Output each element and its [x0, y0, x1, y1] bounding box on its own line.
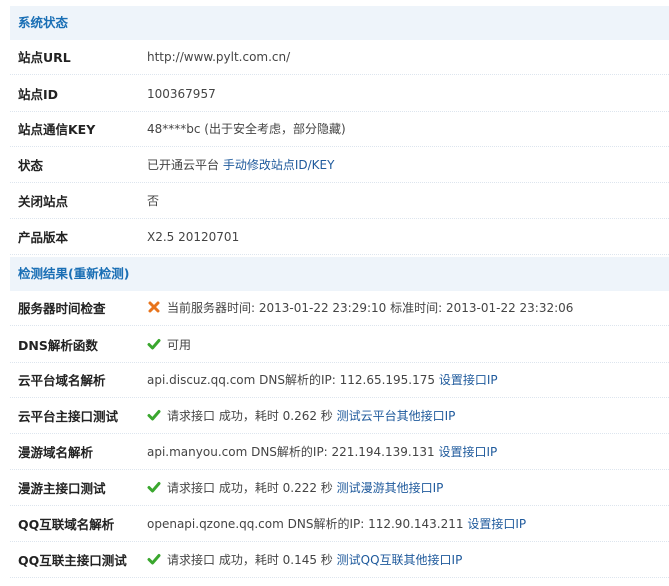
row-value: openapi.qzone.qq.com DNS解析的IP: 112.90.14…	[147, 507, 526, 542]
row-label: 漫游主接口测试	[18, 481, 106, 496]
row-value: 已开通云平台 手动修改站点ID/KEY	[147, 148, 334, 183]
row-value: 可用	[147, 328, 191, 363]
test-manyou-other-ip-link[interactable]: 测试漫游其他接口IP	[337, 481, 444, 495]
row-value: 请求接口 成功，耗时 0.145 秒 测试QQ互联其他接口IP	[147, 543, 462, 578]
row-close-site: 关闭站点 否	[10, 184, 669, 219]
row-status: 状态 已开通云平台 手动修改站点ID/KEY	[10, 148, 669, 183]
row-label: QQ互联主接口测试	[18, 553, 127, 568]
row-label: 漫游域名解析	[18, 445, 94, 460]
row-label: DNS解析函数	[18, 338, 98, 353]
status-text: 已开通云平台	[147, 158, 220, 172]
cloud-status-panel: 系统状态 站点URL http://www.pylt.com.cn/ 站点ID …	[0, 0, 669, 586]
check-detail: api.discuz.qq.com DNS解析的IP: 112.65.195.1…	[147, 373, 436, 387]
row-server-time-check: 服务器时间检查 当前服务器时间: 2013-01-22 23:29:10 标准时…	[10, 291, 669, 326]
row-qq-main-api-test: QQ互联主接口测试 请求接口 成功，耗时 0.145 秒 测试QQ互联其他接口I…	[10, 543, 669, 578]
row-manyou-domain-resolve: 漫游域名解析 api.manyou.com DNS解析的IP: 221.194.…	[10, 435, 669, 470]
row-label: 云平台域名解析	[18, 373, 106, 388]
row-value: 100367957	[147, 87, 216, 101]
row-cloud-domain-resolve: 云平台域名解析 api.discuz.qq.com DNS解析的IP: 112.…	[10, 363, 669, 398]
row-value: 当前服务器时间: 2013-01-22 23:29:10 标准时间: 2013-…	[147, 291, 573, 326]
check-detail: 可用	[167, 338, 192, 352]
row-site-id: 站点ID 100367957	[10, 77, 669, 112]
set-interface-ip-link[interactable]: 设置接口IP	[438, 445, 497, 459]
check-icon	[147, 410, 161, 421]
row-label: 关闭站点	[18, 194, 69, 209]
check-detail: 当前服务器时间: 2013-01-22 23:29:10 标准时间: 2013-…	[167, 301, 574, 315]
row-label: 站点ID	[18, 87, 59, 102]
set-interface-ip-link[interactable]: 设置接口IP	[467, 517, 526, 531]
row-value: 请求接口 成功，耗时 0.222 秒 测试漫游其他接口IP	[147, 471, 443, 506]
test-qq-other-ip-link[interactable]: 测试QQ互联其他接口IP	[337, 553, 463, 567]
row-value: 请求接口 成功，耗时 0.262 秒 测试云平台其他接口IP	[147, 399, 455, 434]
row-cloud-main-api-test: 云平台主接口测试 请求接口 成功，耗时 0.262 秒 测试云平台其他接口IP	[10, 399, 669, 434]
row-label: 服务器时间检查	[18, 301, 106, 316]
check-icon	[147, 554, 161, 565]
check-detail: 请求接口 成功，耗时 0.222 秒	[167, 481, 333, 495]
row-value: api.manyou.com DNS解析的IP: 221.194.139.131…	[147, 435, 497, 470]
row-site-url: 站点URL http://www.pylt.com.cn/	[10, 40, 669, 75]
row-value: api.discuz.qq.com DNS解析的IP: 112.65.195.1…	[147, 363, 498, 398]
check-detail: 请求接口 成功，耗时 0.262 秒	[167, 409, 333, 423]
row-label: 站点通信KEY	[18, 122, 96, 137]
row-product-version: 产品版本 X2.5 20120701	[10, 220, 669, 255]
row-value: 48****bc (出于安全考虑，部分隐藏)	[147, 122, 346, 136]
row-site-key: 站点通信KEY 48****bc (出于安全考虑，部分隐藏)	[10, 112, 669, 147]
cross-icon	[148, 301, 160, 313]
row-qq-domain-resolve: QQ互联域名解析 openapi.qzone.qq.com DNS解析的IP: …	[10, 507, 669, 542]
edit-site-id-key-link[interactable]: 手动修改站点ID/KEY	[223, 158, 335, 172]
row-label: 云平台主接口测试	[18, 409, 119, 424]
row-value: http://www.pylt.com.cn/	[147, 50, 291, 64]
row-label: 状态	[18, 158, 44, 173]
row-value: X2.5 20120701	[147, 230, 240, 244]
test-cloud-other-ip-link[interactable]: 测试云平台其他接口IP	[337, 409, 456, 423]
check-detail: openapi.qzone.qq.com DNS解析的IP: 112.90.14…	[147, 517, 464, 531]
row-value: 否	[147, 194, 160, 208]
section-title-check-results[interactable]: 检测结果(重新检测)	[10, 257, 669, 291]
check-detail: 请求接口 成功，耗时 0.145 秒	[167, 553, 333, 567]
row-dns-function: DNS解析函数 可用	[10, 328, 669, 363]
section-title-system-status: 系统状态	[10, 6, 669, 40]
set-interface-ip-link[interactable]: 设置接口IP	[439, 373, 498, 387]
check-icon	[147, 482, 161, 493]
row-manyou-main-api-test: 漫游主接口测试 请求接口 成功，耗时 0.222 秒 测试漫游其他接口IP	[10, 471, 669, 506]
row-label: QQ互联域名解析	[18, 517, 115, 532]
row-label: 站点URL	[18, 50, 71, 65]
row-label: 产品版本	[18, 230, 69, 245]
check-icon	[147, 339, 161, 350]
check-detail: api.manyou.com DNS解析的IP: 221.194.139.131	[147, 445, 435, 459]
